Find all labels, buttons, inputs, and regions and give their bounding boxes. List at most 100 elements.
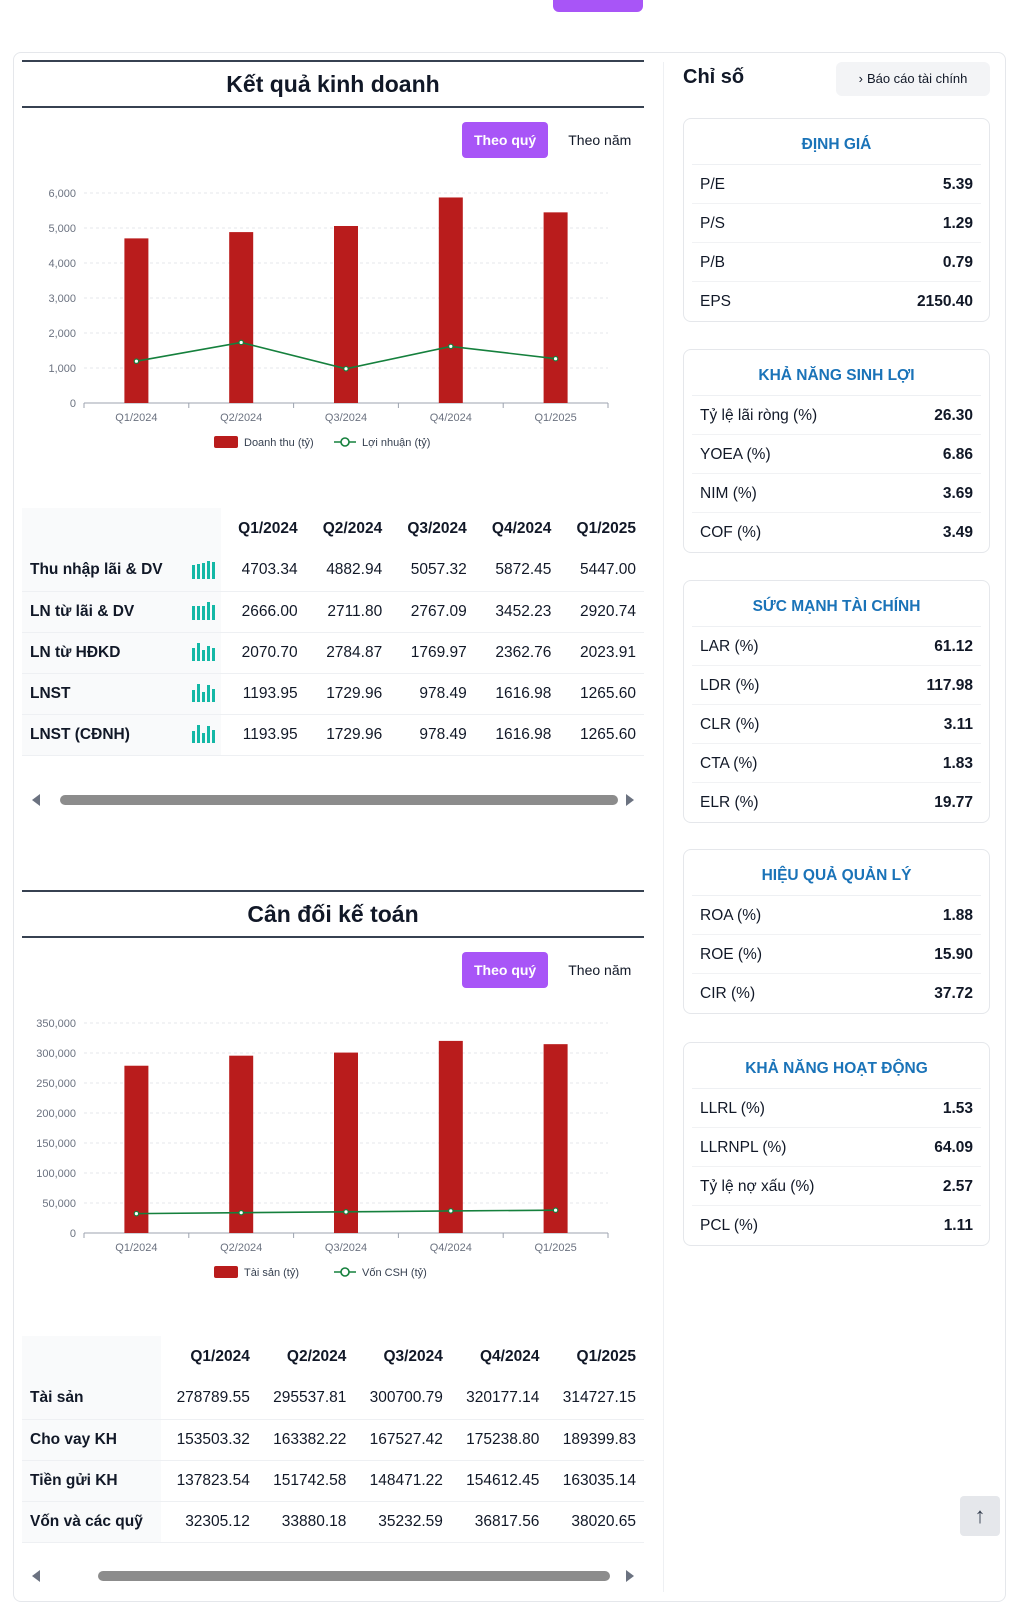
value-cell: 314727.15 — [547, 1378, 644, 1420]
indicator-row: ELR (%) 19.77 — [692, 783, 981, 822]
value-cell: 38020.65 — [547, 1501, 644, 1543]
indicator-row: LLRL (%) 1.53 — [692, 1089, 981, 1128]
column-header: Q3/2024 — [383, 1348, 443, 1365]
indicator-value: 2.57 — [942, 1178, 973, 1195]
mini-bar — [192, 606, 196, 621]
value-cell: 2666.00 — [221, 591, 306, 633]
scroll-right-arrow-icon[interactable] — [626, 1570, 634, 1582]
column-header: Q4/2024 — [479, 1348, 540, 1365]
mini-bar-chart-icon — [192, 684, 216, 703]
tab-quarter[interactable]: Theo quý — [462, 122, 549, 158]
column-header: Q1/2024 — [190, 1348, 250, 1365]
value-cell: 167527.42 — [354, 1419, 451, 1461]
row-label: LN từ lãi & DV — [22, 591, 189, 633]
column-divider — [663, 62, 664, 1592]
value-cell: 175238.80 — [450, 1419, 548, 1461]
tab-year[interactable]: Theo năm — [556, 952, 643, 988]
bar — [334, 225, 358, 403]
top-purple-button-fragment[interactable] — [553, 0, 643, 12]
indicator-label: COF (%) — [700, 524, 762, 541]
scrollbar-thumb[interactable] — [98, 1571, 610, 1581]
scrollbar-thumb[interactable] — [60, 795, 618, 805]
indicator-value: 1.53 — [942, 1100, 973, 1117]
value-cell: 2070.70 — [221, 632, 306, 674]
indicator-value: 5.39 — [942, 176, 973, 193]
scroll-left-arrow-icon[interactable] — [32, 1570, 40, 1582]
value-cell: 1265.60 — [559, 673, 644, 715]
balance-table-scrollbar[interactable] — [22, 1568, 644, 1584]
indicator-value: 19.77 — [934, 794, 973, 811]
indicator-row: ROA (%) 1.88 — [692, 896, 981, 935]
mini-bar — [192, 731, 196, 744]
card-title: SỨC MẠNH TÀI CHÍNH — [692, 581, 981, 627]
bar — [229, 1055, 254, 1233]
mini-bar — [192, 690, 196, 703]
line-point — [238, 339, 245, 346]
mini-bar — [197, 564, 201, 580]
business-table: Q1/2024 Q2/2024 Q3/2024 Q4/2024 Q1/2025 Thu n… — [22, 508, 644, 756]
legend-line-label: Vốn CSH (tỷ) — [362, 1267, 427, 1279]
indicator-row: YOEA (%) 6.86 — [692, 435, 981, 474]
indicator-value: 0.79 — [942, 254, 973, 271]
value-cell: 2711.80 — [305, 591, 391, 633]
indicator-row: LDR (%) 117.98 — [692, 666, 981, 705]
value-cell: 978.49 — [390, 673, 475, 715]
bar — [543, 1044, 568, 1233]
legend-line-marker — [340, 437, 350, 447]
y-tick-label: 0 — [70, 398, 76, 410]
row-label: LN từ HĐKD — [22, 632, 189, 674]
value-cell: 978.49 — [390, 714, 475, 756]
value-cell: 4703.34 — [221, 550, 306, 592]
sparkline-cell — [188, 632, 222, 674]
row-label: Cho vay KH — [22, 1419, 162, 1461]
tab-quarter[interactable]: Theo quý — [462, 952, 549, 988]
y-tick-label: 1,000 — [48, 363, 76, 375]
scroll-left-arrow-icon[interactable] — [32, 794, 40, 806]
indicator-label: CIR (%) — [700, 985, 756, 1002]
mini-bar-chart-icon — [192, 561, 216, 580]
chevron-right-icon: › — [858, 71, 863, 86]
indicator-value: 1.88 — [942, 907, 973, 924]
table-row: Thu nhập lãi & DV 4703.34 4882.94 5057.32 58… — [22, 550, 644, 592]
sparkline-cell — [188, 591, 222, 633]
y-tick-label: 6,000 — [48, 188, 76, 200]
mini-bar — [212, 689, 216, 703]
value-cell: 2023.91 — [559, 632, 644, 674]
business-table-scrollbar[interactable] — [22, 792, 644, 808]
value-cell: 153503.32 — [161, 1419, 258, 1461]
mini-bar — [192, 648, 196, 662]
column-header: Q4/2024 — [491, 520, 552, 537]
card-title: HIỆU QUẢ QUẢN LÝ — [692, 850, 981, 896]
indicator-value: 64.09 — [934, 1139, 973, 1156]
scroll-right-arrow-icon[interactable] — [626, 794, 634, 806]
legend-line-marker — [340, 1267, 350, 1277]
value-cell: 2362.76 — [474, 632, 560, 674]
indicator-row: ROE (%) 15.90 — [692, 935, 981, 974]
x-tick-label: Q1/2024 — [115, 412, 157, 424]
header-label-cell — [22, 1336, 162, 1378]
row-label: LNST — [22, 673, 189, 715]
mini-bar — [207, 561, 211, 580]
mini-bar — [207, 646, 211, 662]
mini-bar — [202, 606, 206, 621]
line-point — [447, 343, 454, 350]
value-cell: 5447.00 — [559, 550, 644, 592]
y-tick-label: 300,000 — [36, 1048, 76, 1060]
row-label: Tiền gửi KH — [22, 1460, 162, 1502]
mini-bar — [197, 725, 201, 744]
indicator-value: 1.29 — [942, 215, 973, 232]
mini-bar — [192, 565, 196, 580]
financial-report-button[interactable]: › Báo cáo tài chính — [836, 62, 990, 96]
indicator-value: 1.11 — [943, 1217, 973, 1234]
line-point — [238, 1209, 245, 1216]
mini-bar — [207, 685, 211, 703]
value-cell: 163035.14 — [547, 1460, 644, 1502]
y-tick-label: 50,000 — [42, 1198, 76, 1210]
scroll-to-top-button[interactable]: ↑ — [960, 1496, 1000, 1536]
value-cell: 1265.60 — [559, 714, 644, 756]
indicator-label: Tỷ lệ nợ xấu (%) — [700, 1178, 815, 1195]
tab-year[interactable]: Theo năm — [556, 122, 643, 158]
row-label: Thu nhập lãi & DV — [22, 550, 189, 592]
indicator-row: LLRNPL (%) 64.09 — [692, 1128, 981, 1167]
indicator-value: 2150.40 — [916, 293, 973, 310]
